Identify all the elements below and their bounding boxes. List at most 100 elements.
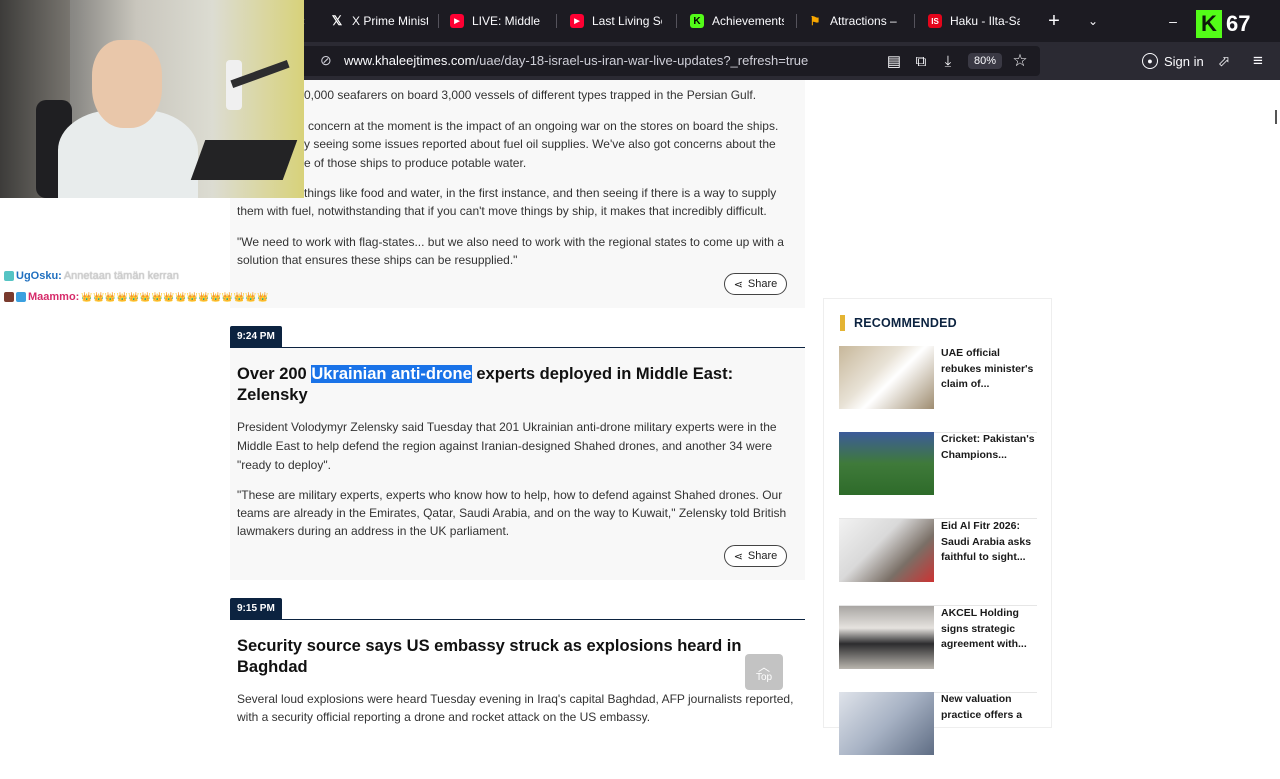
share-button[interactable]: ⋖ Share xyxy=(724,545,787,567)
reader-view-icon[interactable]: ▤ xyxy=(884,42,904,80)
prev-paragraph-4a: "We need to work with flag-states... but… xyxy=(237,235,784,249)
entry-paragraph: Middle East to help defend the region ag… xyxy=(237,439,773,453)
recommended-headline[interactable]: AKCEL Holding signs strategic agreement … xyxy=(941,606,1037,653)
minimize-button[interactable]: – xyxy=(1164,8,1182,34)
tab-label: Haku - Ilta-San xyxy=(950,14,1020,28)
x-logo-icon: 𝕏 xyxy=(331,13,343,28)
entry-headline: Over 200 Ukrainian anti-drone experts de… xyxy=(237,364,797,406)
headline-text: Zelensky xyxy=(237,386,308,404)
youtube-icon: ▶ xyxy=(450,14,464,28)
tab-youtube-last-living-soul[interactable]: ▶ Last Living Soul xyxy=(560,6,672,36)
prev-paragraph-2a: concern at the moment is the impact of a… xyxy=(308,119,779,133)
chevron-up-icon: ︿ xyxy=(757,659,770,674)
article-thumbnail[interactable] xyxy=(839,692,934,755)
entry-headline: Security source says US embassy struck a… xyxy=(237,636,797,678)
chat-badge-icon xyxy=(16,292,26,302)
share-icon: ⋖ xyxy=(733,278,743,291)
picture-in-picture-icon[interactable]: ⧉ xyxy=(910,42,932,80)
article-thumbnail[interactable] xyxy=(839,606,934,669)
recommended-headline[interactable]: UAE official rebukes minister's claim of… xyxy=(941,346,1037,393)
chat-badge-icon xyxy=(4,292,14,302)
entry-divider xyxy=(230,619,805,620)
entry-paragraph: Several loud explosions were heard Tuesd… xyxy=(237,692,794,706)
tab-label: Attractions – K xyxy=(830,14,900,28)
recommended-item[interactable]: New valuation practice offers a xyxy=(839,692,1037,779)
chat-text: Annetaan tämän kerran xyxy=(63,270,179,282)
entry-paragraph: with a security official reporting a dro… xyxy=(237,710,651,724)
entry-paragraph: President Volodymyr Zelensky said Tuesda… xyxy=(237,420,777,434)
article-thumbnail[interactable] xyxy=(839,519,934,582)
scrollbar-thumb[interactable] xyxy=(1275,110,1277,124)
bookmark-star-icon[interactable]: ☆ xyxy=(1010,42,1030,80)
chat-message: UgOsku: Annetaan tämän kerran xyxy=(4,270,179,282)
back-to-top-button[interactable]: ︿ Top xyxy=(745,654,783,690)
share-icon: ⋖ xyxy=(733,550,743,563)
save-page-icon[interactable]: ⤓ xyxy=(938,42,958,80)
share-label: Share xyxy=(747,550,778,562)
headline-text: experts deployed in Middle East: xyxy=(471,365,734,383)
flag-icon: ⚑ xyxy=(809,14,821,28)
menu-hamburger-icon[interactable]: ≡ xyxy=(1248,42,1268,80)
kick-icon: K xyxy=(690,14,704,28)
headline-text: Over 200 xyxy=(237,365,312,383)
account-icon: ● xyxy=(1142,53,1158,69)
prev-paragraph-3a: things like food and water, in the first… xyxy=(304,186,777,200)
headline-selected-text: Ukrainian anti-drone xyxy=(311,365,472,383)
headline-text: Security source says US embassy struck a… xyxy=(237,637,742,655)
sign-in-label: Sign in xyxy=(1164,53,1204,69)
tab-label: X Prime Minister xyxy=(352,14,428,28)
chat-badge-icon xyxy=(4,271,14,281)
share-label: Share xyxy=(747,278,778,290)
tab-label: Last Living Soul xyxy=(592,14,662,28)
kick-count: 67 xyxy=(1226,11,1251,36)
prev-paragraph-2c: e of those ships to produce potable wate… xyxy=(304,156,527,170)
tab-x-prime-minister[interactable]: 𝕏 X Prime Minister xyxy=(320,6,438,36)
chat-username: Maammo: xyxy=(28,291,80,303)
prev-paragraph-4b: solution that ensures these ships can be… xyxy=(237,253,518,267)
tab-list-chevron-down-icon[interactable]: ⌄ xyxy=(1084,8,1102,34)
tab-youtube-live[interactable]: ▶ LIVE: Middle Ea xyxy=(440,6,554,36)
entry-paragraph: teams are already in the Emirates, Qatar… xyxy=(237,506,787,520)
recommended-item[interactable]: AKCEL Holding signs strategic agreement … xyxy=(839,606,1037,693)
chat-text: 👑 👑 👑 👑 👑 👑 👑 👑 👑 👑 👑 👑 👑 👑 👑 👑 xyxy=(81,291,268,302)
recommended-item[interactable]: Cricket: Pakistan's Champions... xyxy=(839,432,1037,519)
is-icon: IS xyxy=(928,14,942,28)
tab-label: LIVE: Middle Ea xyxy=(472,14,544,28)
tab-label: Achievements - xyxy=(712,14,784,28)
chat-username: UgOsku: xyxy=(16,270,62,282)
share-button[interactable]: ⋖ Share xyxy=(724,273,787,295)
entry-paragraph: "These are military experts, experts who… xyxy=(237,488,783,502)
entry-paragraph: "ready to deploy". xyxy=(237,458,331,472)
url-domain: www.khaleejtimes.com xyxy=(344,53,476,68)
tracking-protection-icon[interactable]: ⊘ xyxy=(320,52,332,69)
recommended-title: RECOMMENDED xyxy=(854,316,957,330)
recommended-item[interactable]: Eid Al Fitr 2026: Saudi Arabia asks fait… xyxy=(839,519,1037,606)
kick-overlay-logo: K xyxy=(1196,10,1222,38)
recommended-headline[interactable]: New valuation practice offers a xyxy=(941,692,1037,723)
youtube-icon: ▶ xyxy=(570,14,584,28)
zoom-level-button[interactable]: 80% xyxy=(968,53,1003,69)
recommended-headline[interactable]: Cricket: Pakistan's Champions... xyxy=(941,432,1037,463)
chat-message: Maammo: 👑 👑 👑 👑 👑 👑 👑 👑 👑 👑 👑 👑 👑 👑 👑 👑 xyxy=(4,291,268,303)
section-accent-bar xyxy=(840,315,845,331)
recommended-panel: RECOMMENDED UAE official rebukes ministe… xyxy=(823,298,1052,755)
prev-paragraph-2b: y seeing some issues reported about fuel… xyxy=(304,137,776,151)
headline-text: Baghdad xyxy=(237,658,308,676)
article-thumbnail[interactable] xyxy=(839,432,934,495)
tab-kick-achievements[interactable]: K Achievements - xyxy=(680,6,794,36)
tab-attractions[interactable]: ⚑ Attractions – K xyxy=(798,6,910,36)
url-text[interactable]: www.khaleejtimes.com/uae/day-18-israel-u… xyxy=(344,53,808,68)
new-tab-button[interactable]: + xyxy=(1044,8,1064,34)
prev-paragraph-3b: them with fuel, notwithstanding that if … xyxy=(237,204,767,218)
prev-paragraph-1: 0,000 seafarers on board 3,000 vessels o… xyxy=(304,88,757,102)
tab-ilta-sanomat[interactable]: IS Haku - Ilta-San xyxy=(918,6,1030,36)
top-label: Top xyxy=(755,671,773,683)
extensions-icon[interactable]: ⬀ xyxy=(1214,42,1234,80)
url-path: /uae/day-18-israel-us-iran-war-live-upda… xyxy=(475,53,809,68)
sign-in-button[interactable]: ● Sign in xyxy=(1134,48,1212,74)
recommended-headline[interactable]: Eid Al Fitr 2026: Saudi Arabia asks fait… xyxy=(941,519,1037,566)
entry-time-badge: 9:15 PM xyxy=(230,598,282,619)
recommended-item[interactable]: UAE official rebukes minister's claim of… xyxy=(839,346,1037,433)
article-thumbnail[interactable] xyxy=(839,346,934,409)
entry-divider xyxy=(230,347,805,348)
